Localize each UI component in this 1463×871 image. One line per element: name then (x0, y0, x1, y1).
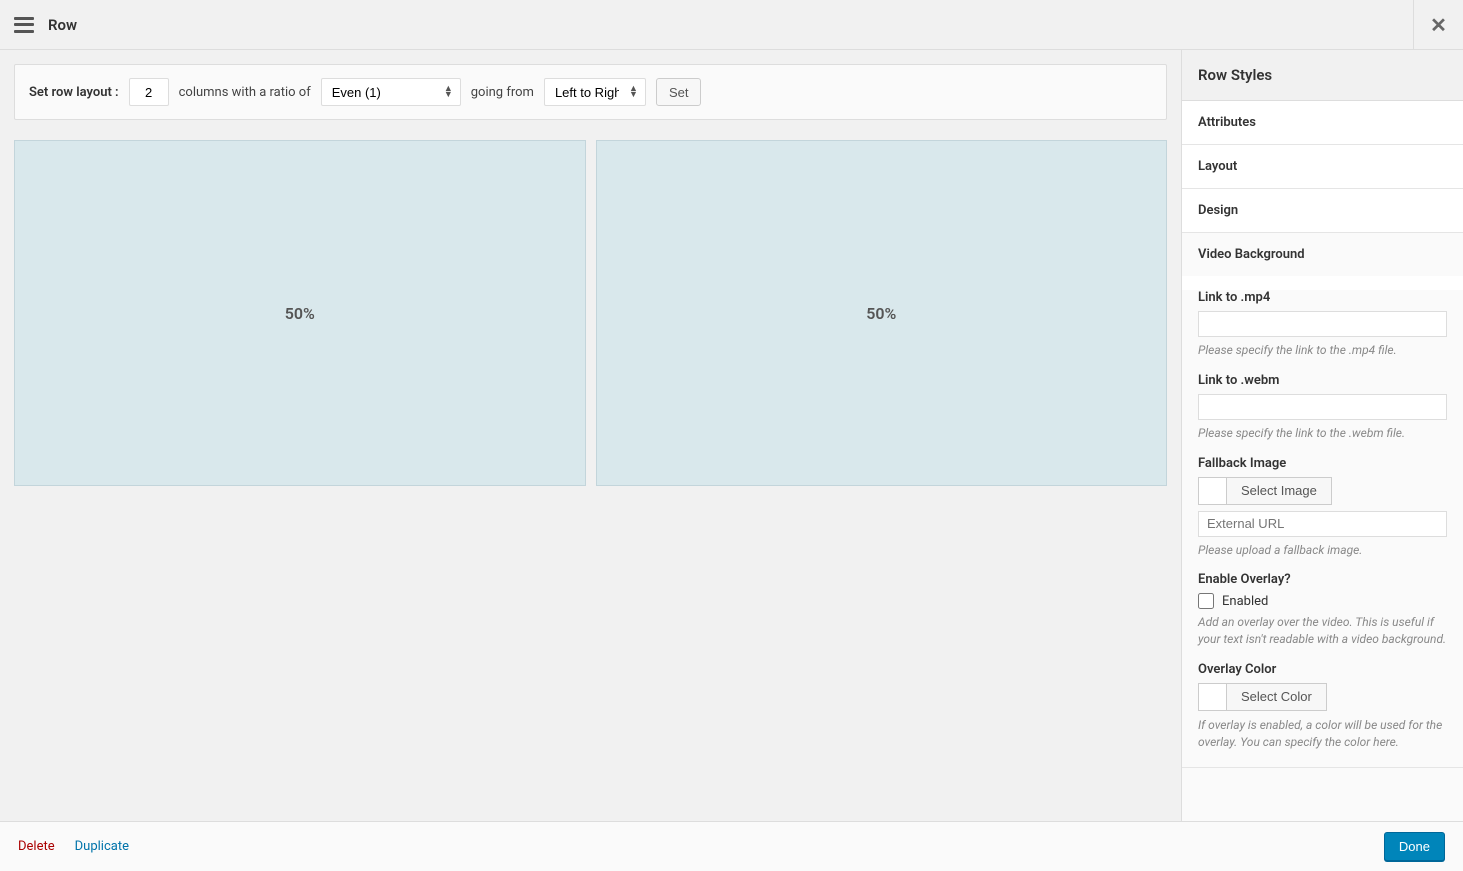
close-icon: ✕ (1430, 13, 1447, 37)
section-attributes: Attributes (1182, 101, 1463, 145)
column-box[interactable]: 50% (14, 140, 586, 486)
overlay-label: Enable Overlay? (1198, 572, 1447, 587)
header-bar: Row ✕ (0, 0, 1463, 50)
main-content: Set row layout : columns with a ratio of… (0, 50, 1181, 821)
external-url-input[interactable] (1198, 511, 1447, 537)
field-enable-overlay: Enable Overlay? Enabled Add an overlay o… (1198, 572, 1447, 648)
section-content-video-background: Link to .mp4 Please specify the link to … (1182, 290, 1463, 767)
column-width-label: 50% (285, 304, 315, 323)
overlay-checkbox-label: Enabled (1222, 594, 1268, 609)
section-header-attributes[interactable]: Attributes (1182, 101, 1463, 144)
direction-select[interactable]: Left to Right (544, 78, 646, 106)
mp4-help: Please specify the link to the .mp4 file… (1198, 342, 1447, 359)
sidebar: Row Styles Attributes Layout Design Vide… (1181, 50, 1463, 821)
ratio-select[interactable]: Even (1) (321, 78, 461, 106)
section-layout: Layout (1182, 145, 1463, 189)
fallback-image-preview (1198, 477, 1226, 505)
done-button[interactable]: Done (1384, 832, 1445, 861)
footer-bar: Delete Duplicate Done (0, 821, 1463, 871)
fallback-label: Fallback Image (1198, 456, 1447, 471)
page-title: Row (48, 16, 77, 34)
overlay-color-help: If overlay is enabled, a color will be u… (1198, 717, 1447, 751)
duplicate-link[interactable]: Duplicate (75, 839, 129, 854)
field-fallback-image: Fallback Image Select Image Please uploa… (1198, 456, 1447, 559)
mp4-input[interactable] (1198, 311, 1447, 337)
field-mp4: Link to .mp4 Please specify the link to … (1198, 290, 1447, 359)
section-design: Design (1182, 189, 1463, 233)
columns-count-input[interactable] (129, 78, 169, 106)
delete-link[interactable]: Delete (18, 839, 55, 854)
webm-input[interactable] (1198, 394, 1447, 420)
ratio-label: columns with a ratio of (179, 85, 311, 100)
set-button[interactable]: Set (656, 78, 702, 106)
fallback-help: Please upload a fallback image. (1198, 542, 1447, 559)
webm-label: Link to .webm (1198, 373, 1447, 388)
select-color-button[interactable]: Select Color (1226, 683, 1327, 711)
column-box[interactable]: 50% (596, 140, 1168, 486)
section-video-background: Video Background Link to .mp4 Please spe… (1182, 233, 1463, 768)
overlay-color-preview (1198, 683, 1226, 711)
select-image-button[interactable]: Select Image (1226, 477, 1332, 505)
webm-help: Please specify the link to the .webm fil… (1198, 425, 1447, 442)
sidebar-title: Row Styles (1182, 50, 1463, 101)
direction-label: going from (471, 85, 534, 100)
main-wrapper: Set row layout : columns with a ratio of… (0, 50, 1463, 821)
field-overlay-color: Overlay Color Select Color If overlay is… (1198, 662, 1447, 751)
section-header-layout[interactable]: Layout (1182, 145, 1463, 188)
close-button[interactable]: ✕ (1413, 0, 1463, 50)
section-header-video-background[interactable]: Video Background (1182, 233, 1463, 276)
overlay-help: Add an overlay over the video. This is u… (1198, 614, 1447, 648)
columns-preview: 50% 50% (14, 140, 1167, 486)
overlay-color-label: Overlay Color (1198, 662, 1447, 677)
mp4-label: Link to .mp4 (1198, 290, 1447, 305)
hamburger-icon[interactable] (14, 17, 34, 33)
field-webm: Link to .webm Please specify the link to… (1198, 373, 1447, 442)
section-header-design[interactable]: Design (1182, 189, 1463, 232)
overlay-enabled-checkbox[interactable] (1198, 593, 1214, 609)
row-layout-bar: Set row layout : columns with a ratio of… (14, 64, 1167, 120)
column-width-label: 50% (866, 304, 896, 323)
row-layout-label: Set row layout : (29, 85, 119, 100)
